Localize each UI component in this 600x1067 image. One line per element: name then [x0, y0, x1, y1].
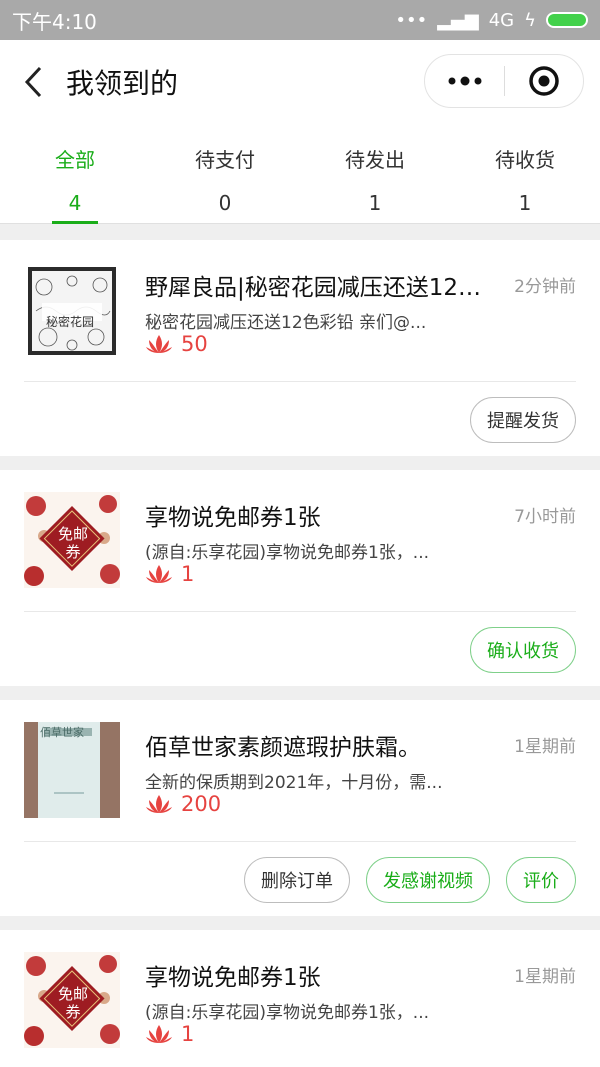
- lotus-flower-icon: [146, 1025, 172, 1043]
- confirm-receipt-button[interactable]: 确认收货: [470, 627, 576, 673]
- notification-dots-icon: •••: [395, 9, 428, 31]
- product-description: 全新的保质期到2021年，十月份，需...: [145, 773, 443, 793]
- order-card[interactable]: 免邮券 享物说免邮券1张 1星期前 (源自:乐享花园)享物说免邮券1张，... …: [0, 930, 600, 1067]
- order-card[interactable]: 佰草世家素颜遮瑕护肤霜。 1星期前 全新的保质期到2021年，十月份，需... …: [0, 700, 600, 916]
- order-time: 1星期前: [514, 967, 576, 987]
- price: 1: [145, 1022, 194, 1046]
- price: 200: [145, 792, 221, 816]
- price-value: 1: [181, 1022, 195, 1046]
- product-title: 享物说免邮券1张: [145, 505, 321, 531]
- product-description: 秘密花园减压还送12色彩铅 亲们@...: [145, 313, 427, 333]
- delete-order-button[interactable]: 删除订单: [244, 857, 350, 903]
- mini-program-capsule: [424, 54, 584, 108]
- order-time: 7小时前: [514, 507, 576, 527]
- battery-icon: [546, 12, 588, 28]
- thumbnail-text: 秘密花园: [46, 315, 95, 329]
- nav-bar: 我领到的: [0, 40, 600, 124]
- chevron-left-icon: [24, 66, 42, 98]
- close-button[interactable]: [505, 54, 583, 108]
- review-button[interactable]: 评价: [506, 857, 576, 903]
- status-bar: 下午4:10 ••• ▂▄▆ 4G ϟ: [0, 0, 600, 40]
- more-dots-icon: [448, 76, 481, 86]
- order-time: 2分钟前: [514, 277, 576, 297]
- tab-pending-payment[interactable]: 待支付 0: [150, 124, 300, 223]
- price-value: 1: [181, 562, 195, 586]
- tab-pending-receipt[interactable]: 待收货 1: [450, 124, 600, 223]
- back-button[interactable]: [0, 40, 66, 124]
- order-tabs: 全部 4 待支付 0 待发出 1 待收货 1: [0, 124, 600, 224]
- order-time: 1星期前: [514, 737, 576, 757]
- network-type: 4G: [488, 9, 515, 31]
- product-description: (源自:乐享花园)享物说免邮券1张，...: [145, 1003, 430, 1023]
- tab-all[interactable]: 全部 4: [0, 124, 150, 224]
- product-title: 佰草世家素颜遮瑕护肤霜。: [145, 735, 421, 761]
- product-title: 享物说免邮券1张: [145, 965, 321, 991]
- send-thanks-video-button[interactable]: 发感谢视频: [366, 857, 490, 903]
- thumbnail-text: 免邮券: [57, 985, 88, 1021]
- lotus-flower-icon: [146, 565, 172, 583]
- close-target-icon: [529, 66, 559, 96]
- lotus-flower-icon: [146, 335, 172, 353]
- thumbnail-text: 免邮券: [57, 525, 88, 561]
- signal-icon: ▂▄▆: [437, 9, 479, 31]
- price-value: 200: [181, 792, 222, 816]
- status-time: 下午4:10: [12, 9, 97, 34]
- order-card[interactable]: 秘密花园 野犀良品|秘密花园减压还送12色彩铅 2分钟前 秘密花园减压还送12色…: [0, 240, 600, 456]
- price: 1: [145, 562, 194, 586]
- lotus-flower-icon: [146, 795, 172, 813]
- price: 50: [145, 332, 208, 356]
- tab-pending-shipment[interactable]: 待发出 1: [300, 124, 450, 223]
- product-description: (源自:乐享花园)享物说免邮券1张，...: [145, 543, 430, 563]
- thumbnail-text: 佰草世家: [40, 726, 84, 739]
- charging-icon: ϟ: [524, 9, 536, 31]
- price-value: 50: [181, 332, 208, 356]
- order-card[interactable]: 免邮券 享物说免邮券1张 7小时前 (源自:乐享花园)享物说免邮券1张，... …: [0, 470, 600, 686]
- remind-ship-button[interactable]: 提醒发货: [470, 397, 576, 443]
- product-title: 野犀良品|秘密花园减压还送12色彩铅: [145, 275, 485, 301]
- more-button[interactable]: [425, 54, 504, 108]
